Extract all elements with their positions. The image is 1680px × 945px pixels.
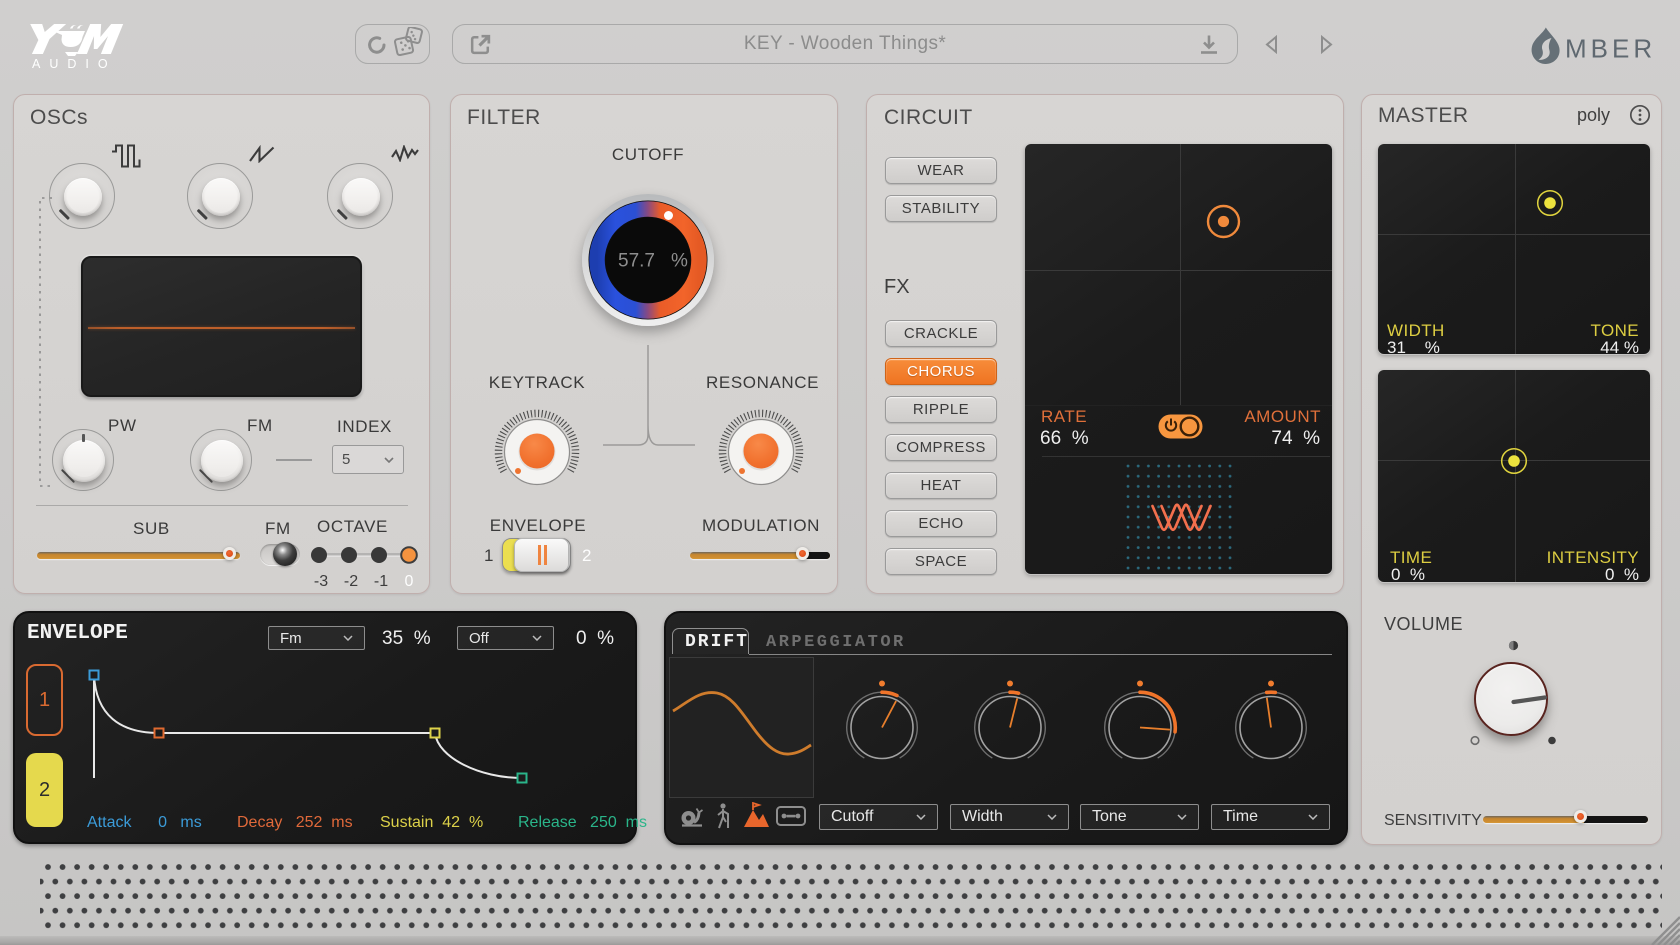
svg-text:AUDIO: AUDIO [32, 57, 117, 70]
svg-text:57.7: 57.7 [618, 251, 655, 272]
svg-text:MBER: MBER [1565, 34, 1656, 64]
svg-text:%: % [671, 251, 688, 272]
